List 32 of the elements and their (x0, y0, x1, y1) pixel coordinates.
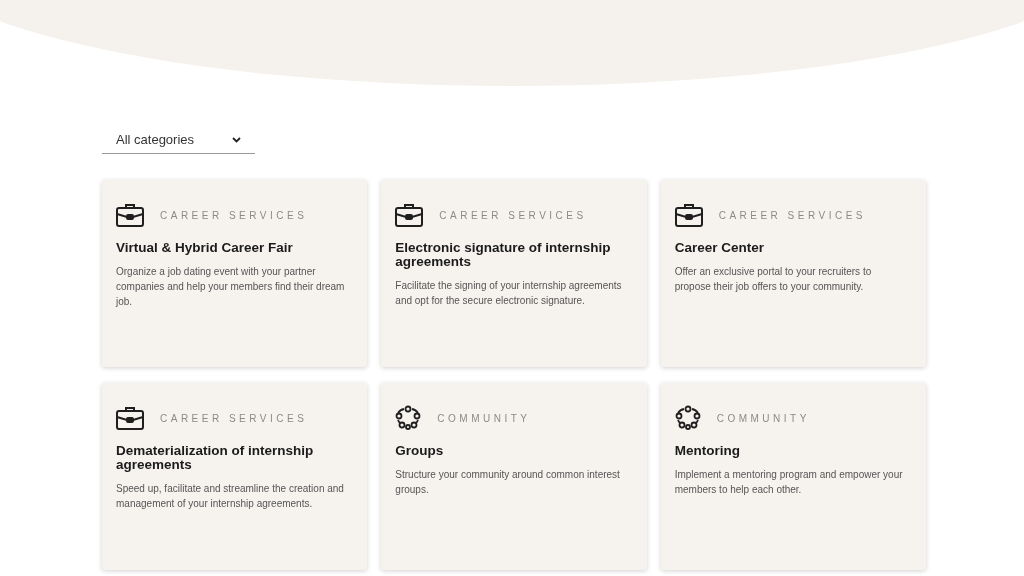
service-card[interactable]: COMMUNITY Mentoring Implement a mentoring program and empower your members to help each other. (660, 383, 926, 570)
card-description: Facilitate the signing of your internship agreements and opt for the secure electronic signature. (395, 279, 623, 308)
people-circle-icon (674, 405, 701, 431)
category-label: CAREER SERVICES (160, 411, 308, 426)
briefcase-icon (395, 203, 424, 227)
category-label: CAREER SERVICES (718, 208, 866, 223)
card-description: Structure your community around common interest groups. (395, 468, 621, 497)
card-title: Dematerialization of internship agreements (116, 444, 315, 472)
card-description: Organize a job dating event with your partner companies and help your members find their dream job. (116, 265, 346, 309)
service-card[interactable]: CAREER SERVICES Electronic signature of internship agreements Facilitate the signing of your internship agreements and opt for the secure electronic signature. (381, 180, 647, 367)
card-title: Electronic signature of internship agreements (395, 241, 612, 269)
card-description: Offer an exclusive portal to your recruiters to propose their job offers to your community. (674, 265, 873, 294)
card-title: Mentoring (674, 444, 741, 458)
service-card[interactable]: COMMUNITY Groups Structure your community around common interest groups. (381, 383, 647, 570)
briefcase-icon (116, 203, 144, 227)
briefcase-icon (116, 406, 144, 430)
service-card[interactable]: CAREER SERVICES Dematerialization of internship agreements Speed up, facilitate and streamline the creation and management of your internship agreements. (102, 383, 368, 570)
people-circle-icon (395, 405, 422, 431)
card-title: Virtual & Hybrid Career Fair (116, 241, 294, 255)
chevron-down-icon (232, 136, 241, 143)
category-dropdown[interactable]: All categories (102, 126, 255, 154)
card-description: Speed up, facilitate and streamline the creation and management of your internship agreements. (116, 482, 345, 511)
card-title: Career Center (674, 241, 765, 255)
category-label: CAREER SERVICES (439, 208, 587, 223)
card-title: Groups (395, 444, 445, 458)
category-label: COMMUNITY (437, 411, 531, 426)
service-card[interactable]: CAREER SERVICES Virtual & Hybrid Career Fair Organize a job dating event with your partner companies and help your members find their dream job. (102, 180, 368, 367)
category-label: CAREER SERVICES (160, 208, 308, 223)
category-label: COMMUNITY (716, 411, 810, 426)
briefcase-icon (674, 203, 703, 227)
service-card[interactable]: CAREER SERVICES Career Center Offer an exclusive portal to your recruiters to propose their job offers to your community. (660, 180, 926, 367)
card-description: Implement a mentoring program and empower your members to help each other. (674, 468, 904, 497)
